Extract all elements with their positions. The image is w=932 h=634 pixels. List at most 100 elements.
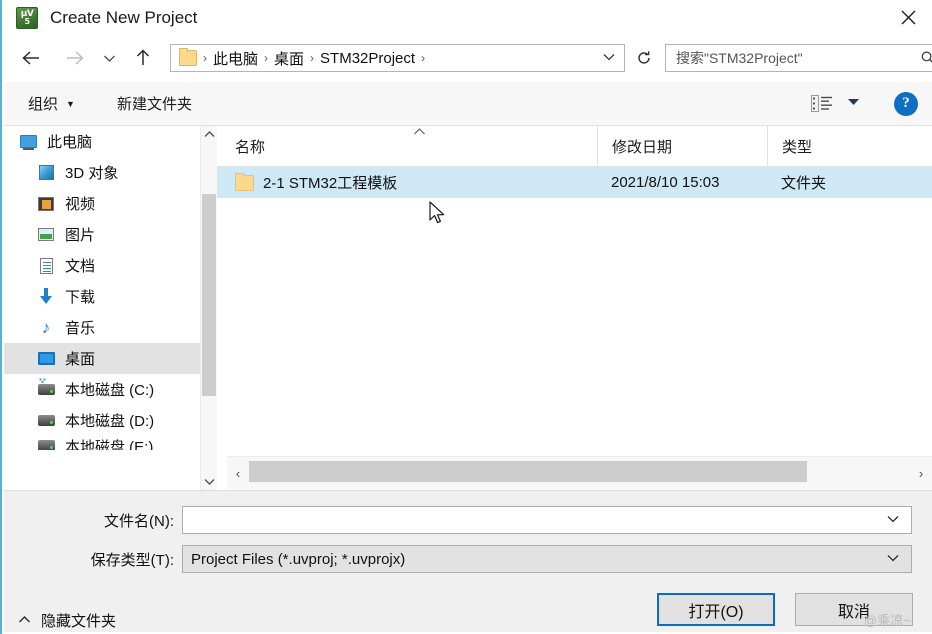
chevron-down-icon[interactable]: [98, 43, 120, 73]
file-list-pane: 名称 修改日期 类型 2-1 STM32工程模板 2021/8/10 15:03…: [217, 126, 932, 490]
column-header-modified[interactable]: 修改日期: [597, 126, 767, 166]
filetype-select[interactable]: Project Files (*.uvproj; *.uvprojx): [182, 545, 912, 573]
toolbar-right-group: ?: [811, 91, 918, 116]
documents-icon: [36, 257, 56, 275]
chevron-down-icon[interactable]: [887, 514, 911, 526]
sidebar-item-label: 3D 对象: [65, 165, 119, 182]
filetype-row: 保存类型(T): Project Files (*.uvproj; *.uvpr…: [4, 545, 912, 573]
column-header-type[interactable]: 类型: [767, 126, 927, 166]
system-drive-icon: [36, 378, 56, 399]
breadcrumb-item-desktop[interactable]: 桌面: [274, 48, 304, 69]
chevron-down-icon[interactable]: [201, 473, 217, 490]
sort-ascending-icon: [413, 127, 426, 139]
breadcrumb-separator: ›: [421, 51, 426, 65]
chevron-right-icon[interactable]: ›: [910, 457, 932, 490]
chevron-down-icon[interactable]: [887, 553, 911, 565]
sidebar-item-label: 桌面: [65, 351, 96, 368]
hscrollbar-track[interactable]: [249, 457, 910, 490]
folder-icon: [235, 172, 254, 191]
music-icon: ♪: [41, 318, 51, 337]
sidebar-item-3d-objects[interactable]: 3D 对象: [4, 157, 200, 188]
file-name-label: 2-1 STM32工程模板: [263, 175, 398, 192]
breadcrumb-item-this-pc[interactable]: 此电脑: [213, 48, 258, 69]
chevron-down-icon[interactable]: [847, 98, 860, 109]
new-folder-label: 新建文件夹: [116, 96, 192, 113]
pictures-icon: [36, 226, 56, 244]
filename-label: 文件名(N):: [104, 512, 174, 530]
sidebar-item-label: 本地磁盘 (E:): [65, 439, 154, 450]
breadcrumb-separator: ›: [264, 51, 269, 65]
dialog-body: 此电脑 3D 对象 视频 图片 文档 下载 ♪ 音乐 桌面 本地磁盘 (C:) …: [4, 126, 932, 490]
sidebar-item-desktop[interactable]: 桌面: [4, 343, 200, 374]
sidebar-item-music[interactable]: ♪ 音乐: [4, 312, 200, 343]
mouse-cursor: [429, 201, 447, 230]
new-folder-button[interactable]: 新建文件夹: [111, 89, 198, 119]
sidebar-item-documents[interactable]: 文档: [4, 250, 200, 281]
sidebar-item-label: 音乐: [65, 320, 96, 337]
chevron-down-icon: ▼: [66, 98, 75, 109]
filetype-label: 保存类型(T):: [90, 551, 174, 569]
search-icon[interactable]: [920, 50, 932, 66]
breadcrumb-item-stm32project[interactable]: STM32Project: [320, 50, 415, 67]
sidebar-item-label: 图片: [65, 227, 96, 244]
filetype-value: Project Files (*.uvproj; *.uvprojx): [191, 550, 406, 568]
file-list-horizontal-scrollbar[interactable]: ‹ ›: [227, 456, 932, 489]
hscrollbar-thumb[interactable]: [249, 460, 807, 482]
chevron-down-icon[interactable]: [594, 52, 624, 64]
organize-label: 组织: [28, 96, 59, 113]
sidebar-item-downloads[interactable]: 下载: [4, 281, 200, 312]
column-label: 类型: [782, 138, 813, 156]
sidebar-item-label: 本地磁盘 (D:): [65, 413, 155, 430]
refresh-icon[interactable]: [631, 45, 657, 71]
sidebar-item-clipped[interactable]: 本地磁盘 (E:): [4, 436, 200, 450]
uvision-logo-icon: µV 5: [16, 7, 38, 29]
sidebar-item-pictures[interactable]: 图片: [4, 219, 200, 250]
column-label: 名称: [235, 138, 266, 156]
desktop-icon: [36, 350, 56, 368]
sidebar-item-this-pc[interactable]: 此电脑: [4, 126, 200, 157]
dialog-footer: 文件名(N): 保存类型(T): Project Files (*.uvproj…: [4, 490, 932, 632]
chevron-left-icon[interactable]: ‹: [227, 457, 249, 490]
navigation-pane: 此电脑 3D 对象 视频 图片 文档 下载 ♪ 音乐 桌面 本地磁盘 (C:) …: [4, 126, 200, 490]
sidebar-scrollbar[interactable]: [200, 126, 217, 490]
hide-folders-label: 隐藏文件夹: [41, 613, 117, 630]
organize-button[interactable]: 组织 ▼: [22, 89, 81, 119]
breadcrumb-separator: ›: [310, 51, 315, 65]
cancel-button[interactable]: 取消: [795, 593, 913, 626]
computer-icon: [18, 133, 38, 151]
arrow-left-icon[interactable]: [16, 43, 46, 73]
open-button[interactable]: 打开(O): [657, 593, 775, 626]
table-row[interactable]: 2-1 STM32工程模板 2021/8/10 15:03 文件夹: [217, 167, 932, 198]
navigation-bar: › 此电脑 › 桌面 › STM32Project › 搜索"STM32Proj…: [4, 38, 932, 78]
sidebar-item-label: 下载: [65, 289, 96, 306]
videos-icon: [36, 195, 56, 213]
drive-icon: [36, 412, 56, 430]
sidebar-scrollbar-thumb[interactable]: [202, 194, 216, 396]
column-label: 修改日期: [612, 138, 673, 156]
arrow-up-icon[interactable]: [128, 43, 158, 73]
file-name-cell: 2-1 STM32工程模板: [217, 167, 597, 198]
sidebar-item-label: 本地磁盘 (C:): [65, 382, 155, 399]
3d-objects-icon: [36, 164, 56, 182]
sidebar-item-local-disk-c[interactable]: 本地磁盘 (C:): [4, 374, 200, 405]
sidebar-item-label: 文档: [65, 258, 96, 275]
search-input[interactable]: 搜索"STM32Project": [665, 44, 932, 72]
close-icon[interactable]: [884, 0, 932, 34]
column-header-row: 名称 修改日期 类型: [217, 126, 932, 167]
title-bar: µV 5 Create New Project: [2, 0, 932, 36]
filename-input[interactable]: [182, 506, 912, 534]
address-bar[interactable]: › 此电脑 › 桌面 › STM32Project ›: [170, 44, 625, 72]
chevron-up-icon[interactable]: [201, 126, 217, 143]
view-mode-icon[interactable]: [811, 95, 833, 113]
column-header-name[interactable]: 名称: [217, 126, 597, 166]
help-button[interactable]: ?: [894, 91, 918, 116]
search-placeholder: 搜索"STM32Project": [676, 50, 803, 66]
hide-folders-toggle[interactable]: 隐藏文件夹: [18, 610, 116, 631]
window-title: Create New Project: [50, 8, 198, 27]
sidebar-item-videos[interactable]: 视频: [4, 188, 200, 219]
sidebar-item-local-disk-d[interactable]: 本地磁盘 (D:): [4, 405, 200, 436]
arrow-right-icon: [60, 43, 90, 73]
filename-row: 文件名(N):: [4, 506, 912, 534]
command-toolbar: 组织 ▼ 新建文件夹 ?: [4, 82, 932, 126]
file-modified-cell: 2021/8/10 15:03: [611, 174, 720, 191]
